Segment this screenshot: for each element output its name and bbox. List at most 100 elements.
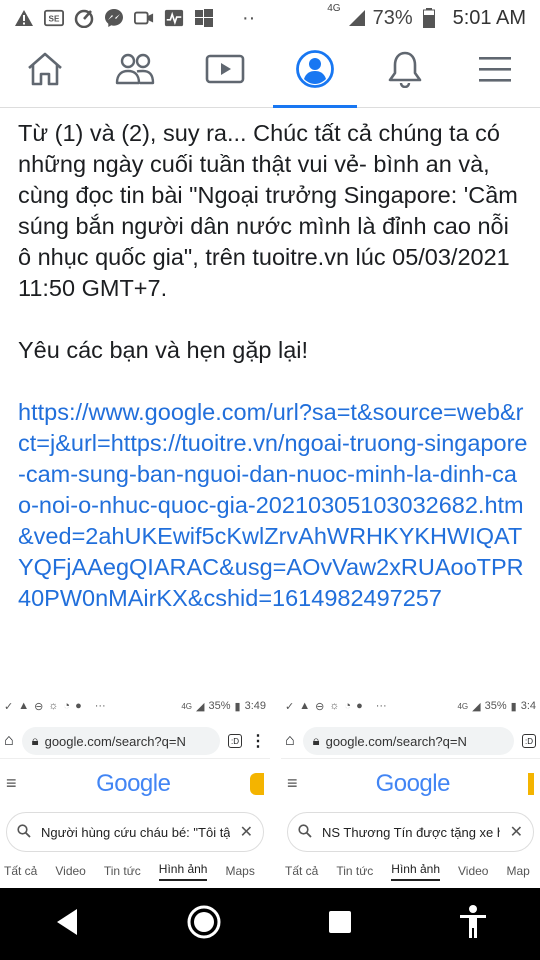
search-icon: [17, 823, 31, 841]
avatar[interactable]: [250, 772, 264, 795]
google-header: ≡ Google: [281, 758, 540, 808]
svg-text:SE: SE: [49, 15, 60, 24]
mini-status-bar: ✓ ▲ ⊖ ☼ ◔ ● ··· 4G ◢ 35% ▮ 3:4: [285, 700, 536, 713]
friends-icon: [115, 52, 155, 91]
warning-icon: ▲: [299, 700, 311, 712]
tabs-count-button[interactable]: :D: [522, 734, 536, 748]
home-icon[interactable]: ⌂: [4, 732, 14, 750]
tab-all[interactable]: Tất cả: [285, 864, 318, 878]
signal-icon: [347, 8, 367, 28]
lock-icon: 🔒︎: [31, 733, 39, 748]
tab-notifications[interactable]: [375, 36, 435, 108]
security-icon: SE: [44, 8, 64, 28]
tab-images[interactable]: Hình ảnh: [158, 862, 208, 881]
check-icon: ✓: [4, 700, 14, 713]
profile-icon: [295, 49, 335, 94]
clock: 5:01 AM: [452, 6, 526, 29]
status-dots: ··: [242, 6, 256, 29]
hamburger-icon[interactable]: ≡: [287, 773, 298, 794]
mini-status-bar: ✓ ▲ ⊖ ☼ ◔ ● ··· 4G ◢ 35% ▮ 3:49: [4, 700, 266, 713]
tab-menu[interactable]: [465, 36, 525, 108]
browser-url-row: ⌂ 🔒︎ google.com/search?q=N :D: [281, 724, 540, 758]
check-icon: ✓: [285, 700, 295, 713]
tab-news[interactable]: Tin tức: [336, 864, 373, 878]
weather-icon: ☼: [48, 700, 59, 712]
network-type: 4G: [327, 2, 341, 14]
post-link[interactable]: https://www.google.com/url?sa=t&source=w…: [18, 399, 527, 611]
warning-icon: ▲: [18, 700, 30, 712]
search-tabs: Tất cả Tin tức Hình ảnh Video Map: [281, 856, 540, 886]
tab-video[interactable]: Video: [458, 864, 488, 878]
search-tabs: Tất cả Video Tin tức Hình ảnh Maps: [0, 856, 270, 886]
menu-icon: [477, 54, 513, 89]
tab-watch[interactable]: [195, 36, 255, 108]
tab-images[interactable]: Hình ảnh: [391, 862, 440, 881]
messenger-icon: [104, 8, 124, 28]
mini-battery-icon: ▮: [510, 700, 517, 713]
system-nav-bar: [0, 888, 540, 960]
tab-maps[interactable]: Maps: [225, 864, 254, 878]
search-icon: [298, 823, 312, 841]
back-icon[interactable]: [53, 907, 81, 942]
mini-signal-icon: ◢: [472, 700, 481, 713]
accessibility-icon[interactable]: [458, 904, 488, 945]
tab-profile[interactable]: [273, 36, 357, 108]
google-logo: Google: [96, 769, 171, 797]
search-query: NS Thương Tín được tặng xe hơi: [322, 824, 500, 840]
record-icon: ●: [356, 700, 363, 712]
mini-time: 3:4: [520, 700, 536, 712]
battery-icon: [419, 8, 439, 28]
clear-icon[interactable]: ✕: [240, 822, 253, 842]
tab-maps[interactable]: Map: [506, 864, 529, 878]
screenshot-right[interactable]: ✓ ▲ ⊖ ☼ ◔ ● ··· 4G ◢ 35% ▮ 3:4 ⌂ 🔒︎ goog…: [281, 688, 540, 888]
minus-circle-icon: ⊖: [315, 700, 325, 713]
more-icon[interactable]: ⋮: [250, 731, 266, 751]
mini-battery: 35%: [484, 700, 507, 712]
watch-icon: [205, 52, 245, 91]
cleaner-icon: ◔: [63, 700, 71, 712]
notifications-icon: [387, 50, 423, 93]
hamburger-icon[interactable]: ≡: [6, 773, 17, 794]
search-query: Người hùng cứu cháu bé: "Tôi tậ: [41, 824, 230, 840]
browser-url-row: ⌂ 🔒︎ google.com/search?q=N :D ⋮: [0, 724, 270, 758]
cleaner-icon: [74, 8, 94, 28]
tab-home[interactable]: [15, 36, 75, 108]
search-box[interactable]: NS Thương Tín được tặng xe hơi ✕: [287, 812, 534, 852]
mini-signal-icon: ◢: [196, 700, 205, 713]
tab-video[interactable]: Video: [55, 864, 85, 878]
recents-icon[interactable]: [327, 909, 353, 940]
tab-friends[interactable]: [105, 36, 165, 108]
cleaner-icon: ◔: [344, 700, 352, 712]
embedded-screenshots: ✓ ▲ ⊖ ☼ ◔ ● ··· 4G ◢ 35% ▮ 3:49 ⌂ 🔒︎ goo…: [0, 688, 540, 888]
home-circle-icon[interactable]: [186, 904, 222, 945]
search-box[interactable]: Người hùng cứu cháu bé: "Tôi tậ ✕: [6, 812, 264, 852]
google-header: ≡ Google: [0, 758, 270, 808]
minus-circle-icon: ⊖: [34, 700, 44, 713]
screenshot-left[interactable]: ✓ ▲ ⊖ ☼ ◔ ● ··· 4G ◢ 35% ▮ 3:49 ⌂ 🔒︎ goo…: [0, 688, 270, 888]
url-text: google.com/search?q=N: [44, 733, 186, 749]
home-icon[interactable]: ⌂: [285, 732, 295, 750]
record-icon: ●: [75, 700, 82, 712]
mini-battery-icon: ▮: [234, 700, 241, 713]
mini-network: 4G: [181, 701, 193, 711]
tab-news[interactable]: Tin tức: [104, 864, 141, 878]
tabs-count-button[interactable]: :D: [228, 734, 242, 748]
mini-time: 3:49: [244, 700, 266, 712]
windows-icon: [194, 8, 214, 28]
google-logo: Google: [375, 769, 451, 797]
status-bar: SE ·· 4G 73% 5:01 AM: [0, 0, 540, 36]
screenshot-divider: [270, 688, 281, 888]
mini-battery: 35%: [208, 700, 231, 712]
avatar[interactable]: [528, 772, 534, 795]
tab-all[interactable]: Tất cả: [4, 864, 37, 878]
warning-icon: [14, 8, 34, 28]
url-bar[interactable]: 🔒︎ google.com/search?q=N: [302, 727, 514, 755]
camera-icon: [134, 8, 154, 28]
url-text: google.com/search?q=N: [325, 733, 467, 749]
activity-icon: [164, 8, 184, 28]
lock-icon: 🔒︎: [312, 733, 320, 748]
url-bar[interactable]: 🔒︎ google.com/search?q=N: [21, 727, 220, 755]
clear-icon[interactable]: ✕: [510, 822, 523, 842]
facebook-top-nav: [0, 36, 540, 108]
post-paragraph: Từ (1) và (2), suy ra... Chúc tất cả chú…: [18, 120, 518, 301]
